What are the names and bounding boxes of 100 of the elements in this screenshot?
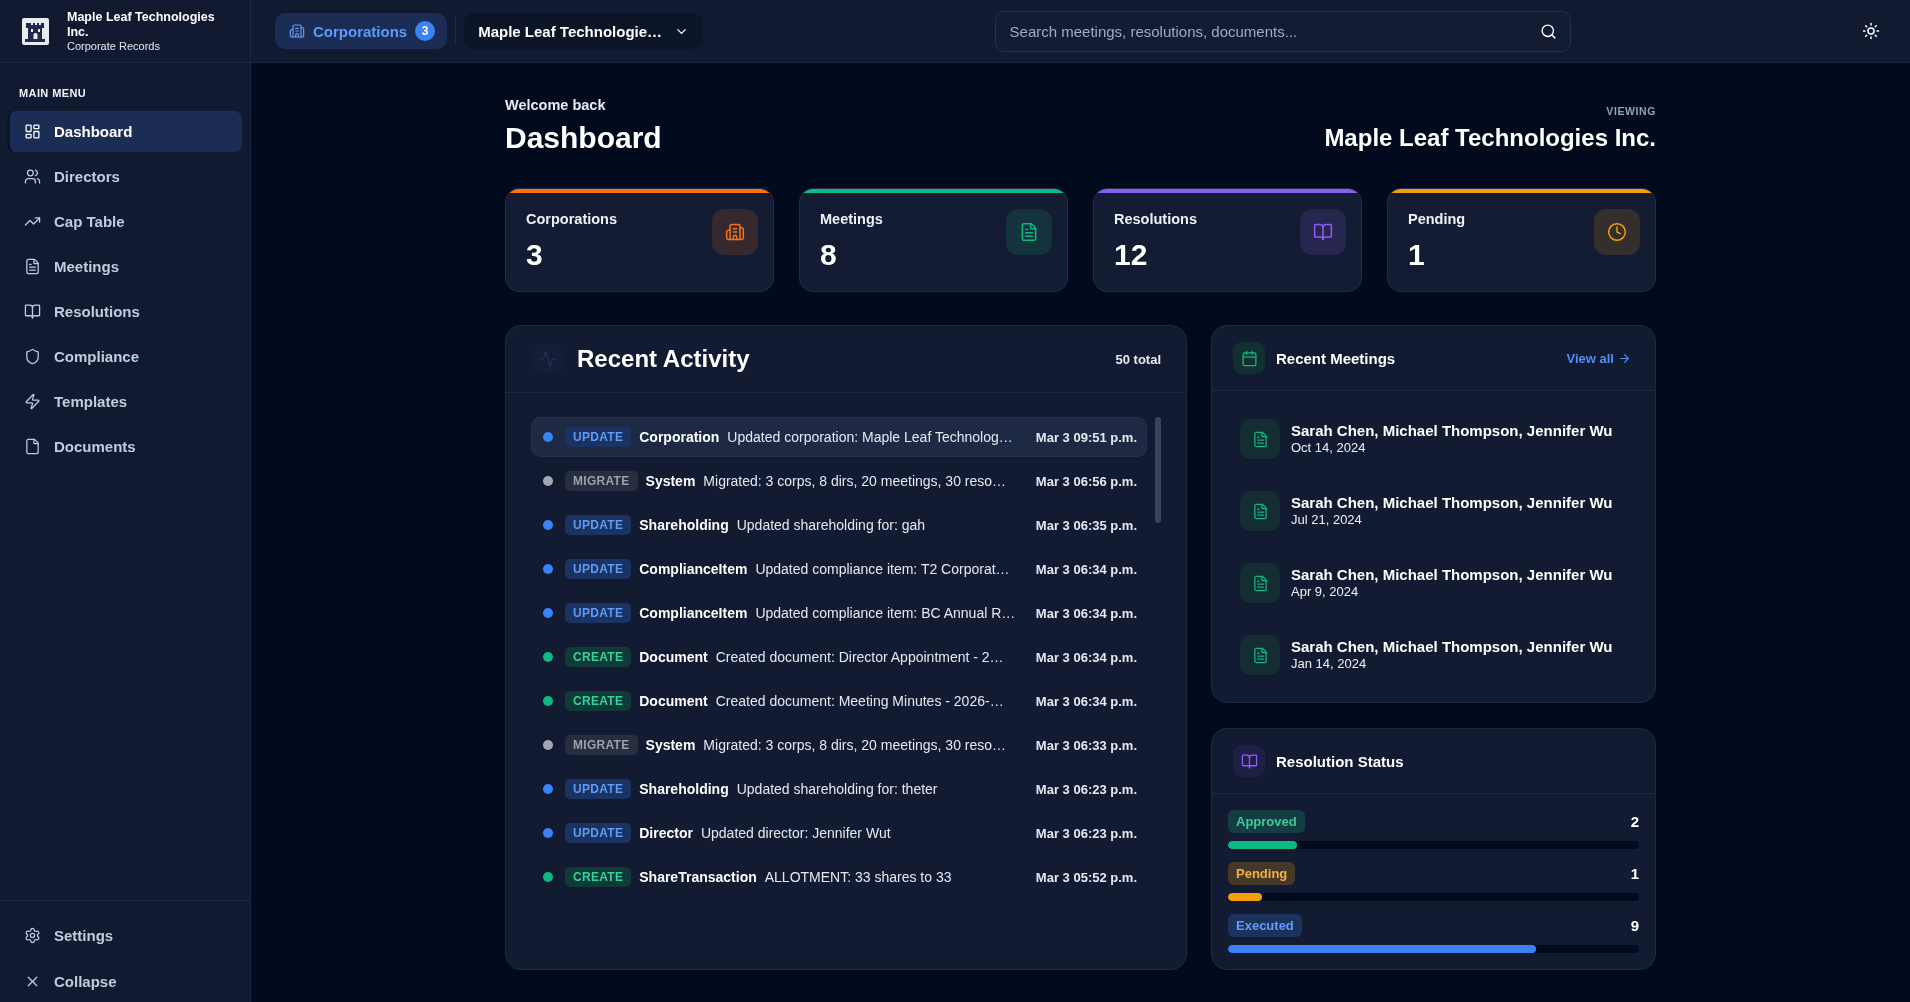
activity-description: Created document: Meeting Minutes - 2026-… (715, 693, 1004, 709)
search-icon (1539, 22, 1557, 40)
action-tag: MIGRATE (565, 471, 638, 491)
nav-item[interactable]: Settings (7, 915, 242, 956)
activity-time: Mar 3 06:34 p.m. (1034, 605, 1137, 621)
nav-item[interactable]: Dashboard (7, 111, 242, 152)
book-icon (24, 303, 41, 320)
nav-item[interactable]: Meetings (7, 246, 242, 287)
settings-icon (24, 927, 41, 944)
action-tag: CREATE (565, 867, 632, 887)
entity-label: System (645, 473, 696, 489)
activity-row[interactable]: UPDATE Director Updated director: Jennifer Wut Mar 3 06:23 p.m. (531, 813, 1147, 853)
status-tag: Executed (1228, 914, 1302, 937)
status-count: 2 (1630, 813, 1639, 830)
status-tag: Pending (1228, 862, 1296, 885)
activity-time: Mar 3 06:56 p.m. (1034, 473, 1137, 489)
tower-logo-icon (22, 17, 49, 45)
document-icon (1006, 209, 1052, 255)
activity-time: Mar 3 06:34 p.m. (1034, 693, 1137, 709)
activity-description: Created document: Director Appointment - 2… (715, 649, 1004, 665)
action-tag: CREATE (565, 647, 632, 667)
entity-label: System (645, 737, 696, 753)
activity-description: Updated director: Jennifer Wut (700, 825, 891, 841)
activity-row[interactable]: UPDATE Shareholding Updated shareholding for: theter Mar 3 06:23 p.m. (531, 769, 1147, 809)
action-tag: UPDATE (565, 603, 632, 623)
status-dot-icon (543, 784, 553, 794)
book-icon (1300, 209, 1346, 255)
activity-row[interactable]: MIGRATE System Migrated: 3 corps, 8 dirs, 20 meetings, 30 reso… Mar 3 06:33 p.m. (531, 725, 1147, 765)
document-icon (24, 258, 41, 275)
nav-item[interactable]: Directors (7, 156, 242, 197)
activity-row[interactable]: CREATE Document Created document: Meeting Minutes - 2026-… Mar 3 06:34 p.m. (531, 681, 1147, 721)
action-tag: UPDATE (565, 427, 632, 447)
stat-label: Meetings (820, 210, 883, 228)
clock-icon (1594, 209, 1640, 255)
viewing-label: VIEWING (1606, 104, 1656, 118)
status-count: 9 (1630, 917, 1639, 934)
activity-row[interactable]: MIGRATE System Migrated: 3 corps, 8 dirs, 20 meetings, 30 reso… Mar 3 06:56 p.m. (531, 461, 1147, 501)
theme-toggle-button[interactable] (1862, 22, 1880, 40)
corporation-select[interactable]: Maple Leaf Technologie… (464, 13, 704, 49)
activity-row[interactable]: UPDATE ComplianceItem Updated compliance item: T2 Corporat… Mar 3 06:34 p.m. (531, 549, 1147, 589)
activity-description: Updated shareholding for: theter (736, 781, 938, 797)
meeting-date: Jul 21, 2024 (1291, 512, 1363, 528)
stat-value: 12 (1114, 237, 1149, 273)
meeting-date: Oct 14, 2024 (1291, 440, 1367, 456)
activity-row[interactable]: CREATE Document Created document: Director Appointment - 2… Mar 3 06:34 p.m. (531, 637, 1147, 677)
activity-time: Mar 3 09:51 p.m. (1034, 429, 1137, 445)
view-all-link[interactable]: View all (1566, 350, 1631, 366)
meeting-attendees: Sarah Chen, Michael Thompson, Jennifer Wu (1291, 566, 1613, 584)
activity-row[interactable]: CREATE ShareTransaction ALLOTMENT: 33 shares to 33 Mar 3 05:52 p.m. (531, 857, 1147, 897)
entity-label: ComplianceItem (639, 605, 748, 621)
activity-time: Mar 3 06:34 p.m. (1034, 561, 1137, 577)
section-label: MAIN MENU (19, 86, 87, 100)
count-badge: 3 (415, 21, 436, 41)
status-dot-icon (543, 476, 553, 486)
activity-row[interactable]: UPDATE Shareholding Updated shareholding for: gah Mar 3 06:35 p.m. (531, 505, 1147, 545)
meeting-attendees: Sarah Chen, Michael Thompson, Jennifer Wu (1291, 638, 1613, 656)
action-tag: UPDATE (565, 823, 632, 843)
status-count: 1 (1630, 865, 1639, 882)
nav-item[interactable]: Documents (7, 426, 242, 467)
page-title: Dashboard (505, 120, 662, 156)
file-icon (24, 438, 41, 455)
activity-row[interactable]: UPDATE ComplianceItem Updated compliance item: BC Annual R… Mar 3 06:34 p.m. (531, 593, 1147, 633)
meeting-date: Jan 14, 2024 (1291, 656, 1368, 672)
stat-value: 1 (1408, 237, 1426, 273)
action-tag: UPDATE (565, 515, 632, 535)
document-icon (1240, 563, 1280, 603)
activity-description: Updated shareholding for: gah (736, 517, 926, 533)
activity-time: Mar 3 06:35 p.m. (1034, 517, 1137, 533)
card-title: Recent Meetings (1276, 349, 1396, 367)
nav-item[interactable]: Templates (7, 381, 242, 422)
activity-description: Updated corporation: Maple Leaf Technolog… (727, 429, 1013, 445)
status-dot-icon (543, 740, 553, 750)
action-tag: UPDATE (565, 559, 632, 579)
activity-time: Mar 3 05:52 p.m. (1034, 869, 1137, 885)
activity-row[interactable]: UPDATE Corporation Updated corporation: Maple Leaf Technolog… Mar 3 09:51 p.m. (531, 417, 1147, 457)
nav-item[interactable]: Cap Table (7, 201, 242, 242)
action-tag: UPDATE (565, 779, 632, 799)
book-icon (1233, 745, 1265, 777)
nav-item[interactable]: Resolutions (7, 291, 242, 332)
activity-time: Mar 3 06:34 p.m. (1034, 649, 1137, 665)
nav-item[interactable]: Compliance (7, 336, 242, 377)
card-title: Recent Activity (577, 345, 750, 373)
search-field[interactable]: Search meetings, resolutions, documents... (994, 10, 1571, 52)
shield-icon (24, 348, 41, 365)
meeting-attendees: Sarah Chen, Michael Thompson, Jennifer Wu (1291, 422, 1613, 440)
entity-label: Director (639, 825, 693, 841)
nav-item[interactable]: Collapse (7, 961, 242, 1002)
activity-description: Migrated: 3 corps, 8 dirs, 20 meetings, 30 reso… (703, 473, 1007, 489)
grid-icon (24, 123, 41, 140)
entity-label: Document (639, 649, 708, 665)
status-dot-icon (543, 520, 553, 530)
activity-description: Updated compliance item: T2 Corporat… (755, 561, 1010, 577)
corporations-button[interactable]: Corporations 3 (275, 13, 448, 49)
stat-label: Pending (1408, 210, 1466, 228)
pulse-icon (533, 344, 563, 374)
scrollbar-thumb[interactable] (1155, 417, 1161, 523)
brand-subtitle: Corporate Records (67, 39, 161, 53)
arrow-right-icon (1618, 351, 1631, 365)
entity-label: ComplianceItem (639, 561, 748, 577)
card-title: Resolution Status (1276, 752, 1404, 770)
